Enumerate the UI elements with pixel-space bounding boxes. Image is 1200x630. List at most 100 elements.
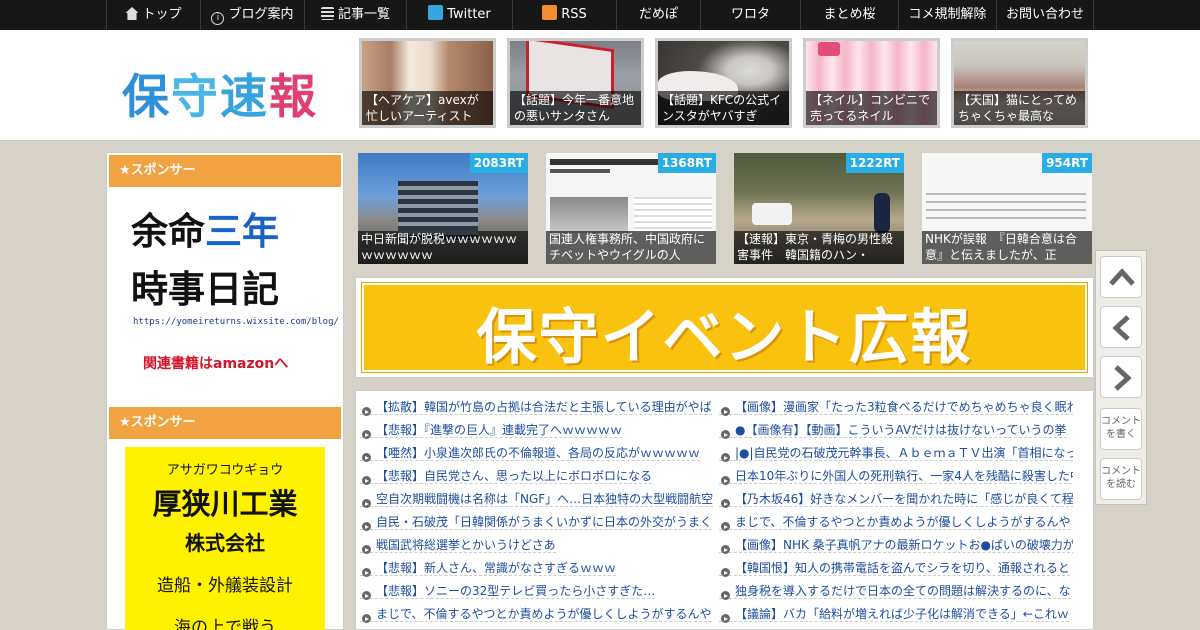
- ad-tagline: 海の上で戦う: [174, 618, 276, 630]
- scroll-top-button[interactable]: [1100, 256, 1142, 298]
- list-item[interactable]: ●【画像有】【動画】こういうAVだけは抜けないっていうの挙: [719, 423, 1067, 438]
- thumbnail-image-detail: [752, 203, 792, 225]
- list-item[interactable]: 【悲報】『進撃の巨人』連載完了へｗｗｗｗｗ: [360, 423, 623, 438]
- list-item[interactable]: 【悲報】新人さん、常識がなさすぎるｗｗｗ: [360, 561, 617, 576]
- thumb-caption: 【話題】今年一番意地の悪いサンタさん: [510, 91, 641, 125]
- read-comments-button[interactable]: コメントを読む: [1100, 458, 1142, 500]
- twitter-icon: [428, 5, 444, 20]
- nav-label: トップ: [142, 7, 182, 22]
- list-item[interactable]: 空自次期戦闘機は名称は「NGF」へ…日本独特の大型戦闘航空: [360, 492, 714, 507]
- rt-count-badge: 954RT: [1042, 153, 1092, 173]
- sponsor-heading: ★スポンサー: [109, 155, 341, 187]
- article-list: 【拡散】韓国が竹島の占拠は合法だと主張している理由がやば 【悲報】『進撃の巨人』…: [355, 390, 1094, 630]
- list-item[interactable]: まじで、不倫するやつとか責めようが優しくしようがするんや: [719, 515, 1071, 530]
- nav-item-damepo[interactable]: だめぽ: [616, 0, 700, 30]
- nav-item-twitter[interactable]: Twitter: [406, 0, 512, 30]
- header-thumb-nail[interactable]: 【ネイル】コンビニで売ってるネイル: [803, 38, 940, 128]
- list-item[interactable]: 【韓国恨】知人の携帯電話を盗んでシラを切り、通報されると: [719, 561, 1070, 576]
- rss-icon: [542, 5, 558, 20]
- sidebar: ★スポンサー 余命三年 時事日記 https://yomeireturns.wi…: [106, 152, 344, 630]
- ad-kana: アサガワコウギョウ: [166, 463, 284, 478]
- thumbnail-image-detail: [874, 193, 890, 233]
- ranking-item[interactable]: 1222RT 【速報】東京・青梅の男性殺害事件 韓国籍のハン・: [734, 153, 904, 264]
- list-item[interactable]: 日本10年ぶりに外国人の死刑執行、一家4人を残酷に殺害した中: [719, 469, 1073, 484]
- ad-company-type: 株式会社: [185, 531, 265, 555]
- thumbnail-image-detail: [818, 42, 840, 56]
- ranking-caption: 国連人権事務所、中国政府にチベットやウイグルの人: [546, 231, 716, 264]
- nav-item-rss[interactable]: RSS: [512, 0, 616, 30]
- list-item[interactable]: 戦国武将総選挙とかいうけどさあ: [360, 538, 556, 553]
- previous-button[interactable]: [1100, 306, 1142, 348]
- list-item[interactable]: 【悲報】自民党さん、思った以上にボロボロになる: [360, 469, 653, 484]
- list-item[interactable]: |●|自民党の石破茂元幹事長、ＡｂｅｍａＴＶ出演「首相になっ: [719, 446, 1073, 461]
- header-thumb-hair-care[interactable]: 【ヘアケア】avexが忙しいアーティスト: [359, 38, 496, 128]
- nav-label: ワロタ: [730, 7, 770, 22]
- list-item[interactable]: 【議論】バカ「給料が増えれば少子化は解消できる」←これｗ: [719, 607, 1069, 622]
- thumbnail-image-detail: [550, 159, 660, 165]
- nav-item-contact[interactable]: お問い合わせ: [996, 0, 1094, 30]
- list-item[interactable]: 【悲報】ソニーの32型テレビ買ったら小さすぎた…: [360, 584, 656, 599]
- ranking-item[interactable]: 954RT NHKが誤報 『日韓合意は合意』と伝えましたが、正: [922, 153, 1092, 264]
- chevron-left-icon: [1112, 315, 1130, 341]
- event-banner[interactable]: 保守イベント広報: [355, 277, 1094, 378]
- article-column-left: 【拡散】韓国が竹島の占拠は合法だと主張している理由がやば 【悲報】『進撃の巨人』…: [360, 396, 714, 626]
- article-column-right: 【画像】漫画家「たった3粒食べるだけでめちゃめちゃ良く眠れ ●【画像有】【動画】…: [719, 396, 1073, 626]
- nav-item-top[interactable]: トップ: [106, 0, 200, 30]
- header-thumb-santa[interactable]: 【話題】今年一番意地の悪いサンタさん: [507, 38, 644, 128]
- floating-nav: コメントを書く コメントを読む: [1095, 250, 1147, 505]
- rt-count-badge: 1368RT: [657, 153, 716, 173]
- list-item[interactable]: 【画像】NHK 桑子真帆アナの最新ロケットお●ぱいの破壊力が: [719, 538, 1073, 553]
- ranking-caption: 中日新聞が脱税ｗｗｗｗｗｗｗｗｗｗｗｗ: [358, 231, 528, 264]
- write-comment-button[interactable]: コメントを書く: [1100, 408, 1142, 450]
- list-item[interactable]: 自民・石破茂「日韓関係がうまくいかずに日本の外交がうまく: [360, 515, 713, 530]
- chevron-up-icon: [1109, 268, 1135, 286]
- info-icon: i: [211, 12, 225, 25]
- thumb-caption: 【ネイル】コンビニで売ってるネイル: [806, 91, 937, 125]
- thumbnail-image-detail: [926, 193, 1086, 223]
- thumb-caption: 【天国】猫にとってめちゃくちゃ最高な: [954, 91, 1085, 125]
- list-item[interactable]: 独身税を導入するだけで日本の全ての問題は解決するのに、な: [719, 584, 1071, 599]
- top-nav-bar: トップ i ブログ案内 記事一覧 Twitter RSS だめぽ ワロタ まとめ桜…: [0, 0, 1200, 30]
- ranking-item[interactable]: 2083RT 中日新聞が脱税ｗｗｗｗｗｗｗｗｗｗｗｗ: [358, 153, 528, 264]
- list-item[interactable]: 【画像】漫画家「たった3粒食べるだけでめちゃめちゃ良く眠れ: [719, 400, 1073, 415]
- next-button[interactable]: [1100, 356, 1142, 398]
- ranking-item[interactable]: 1368RT 国連人権事務所、中国政府にチベットやウイグルの人: [546, 153, 716, 264]
- list-item[interactable]: 【乃木坂46】好きなメンバーを聞かれた時に「感じが良くて程: [719, 492, 1073, 507]
- rt-count-badge: 1222RT: [845, 153, 904, 173]
- nav-item-article-list[interactable]: 記事一覧: [304, 0, 406, 30]
- thumb-caption: 【ヘアケア】avexが忙しいアーティスト: [362, 91, 493, 125]
- nav-item-blog-info[interactable]: i ブログ案内: [200, 0, 304, 30]
- nav-item-warota[interactable]: ワロタ: [700, 0, 800, 30]
- sponsor-ad-asagawa[interactable]: アサガワコウギョウ 厚狭川工業 株式会社 造船・外艤装設計 海の上で戦う: [125, 447, 325, 630]
- nav-item-matome-sakura[interactable]: まとめ桜: [800, 0, 898, 30]
- nav-label: だめぽ: [638, 7, 678, 22]
- ad-headline-2: 時事日記: [131, 268, 279, 311]
- ad-headline: 余命三年: [131, 210, 279, 253]
- nav-label: お問い合わせ: [1005, 7, 1084, 22]
- ad-amazon-link: 関連書籍はamazonへ: [143, 356, 289, 372]
- home-icon: [125, 7, 139, 20]
- list-icon: [320, 7, 334, 20]
- rt-count-badge: 2083RT: [469, 153, 528, 173]
- ranking-caption: NHKが誤報 『日韓合意は合意』と伝えましたが、正: [922, 231, 1092, 264]
- header-thumb-cat[interactable]: 【天国】猫にとってめちゃくちゃ最高な: [951, 38, 1088, 128]
- ad-url: https://yomeireturns.wixsite.com/blog/: [133, 317, 339, 327]
- nav-label: 記事一覧: [337, 7, 390, 22]
- nav-label: コメ規制解除: [908, 7, 987, 22]
- site-logo[interactable]: 保守速報: [122, 58, 318, 127]
- thumbnail-image-detail: [550, 197, 628, 233]
- nav-item-comment-unblock[interactable]: コメ規制解除: [898, 0, 996, 30]
- header-thumb-kfc[interactable]: 【話題】KFCの公式インスタがヤバすぎ: [655, 38, 792, 128]
- thumbnail-image-detail: [550, 169, 610, 173]
- nav-label: RSS: [561, 7, 587, 22]
- nav-label: Twitter: [447, 7, 491, 22]
- ranking-caption: 【速報】東京・青梅の男性殺害事件 韓国籍のハン・: [734, 231, 904, 264]
- ad-company-name: 厚狭川工業: [152, 487, 298, 521]
- sponsor-ad-yomei[interactable]: 余命三年 時事日記 https://yomeireturns.wixsite.c…: [127, 201, 339, 381]
- thumbnail-image-detail: [634, 197, 712, 233]
- list-item[interactable]: 【拡散】韓国が竹島の占拠は合法だと主張している理由がやば: [360, 400, 712, 415]
- banner-background: 保守イベント広報: [361, 282, 1088, 373]
- thumb-caption: 【話題】KFCの公式インスタがヤバすぎ: [658, 91, 789, 125]
- list-item[interactable]: 【唖然】小泉進次郎氏の不倫報道、各局の反応がｗｗｗｗｗ: [360, 446, 701, 461]
- list-item[interactable]: まじで、不倫するやつとか責めようが優しくしようがするんや: [360, 607, 712, 622]
